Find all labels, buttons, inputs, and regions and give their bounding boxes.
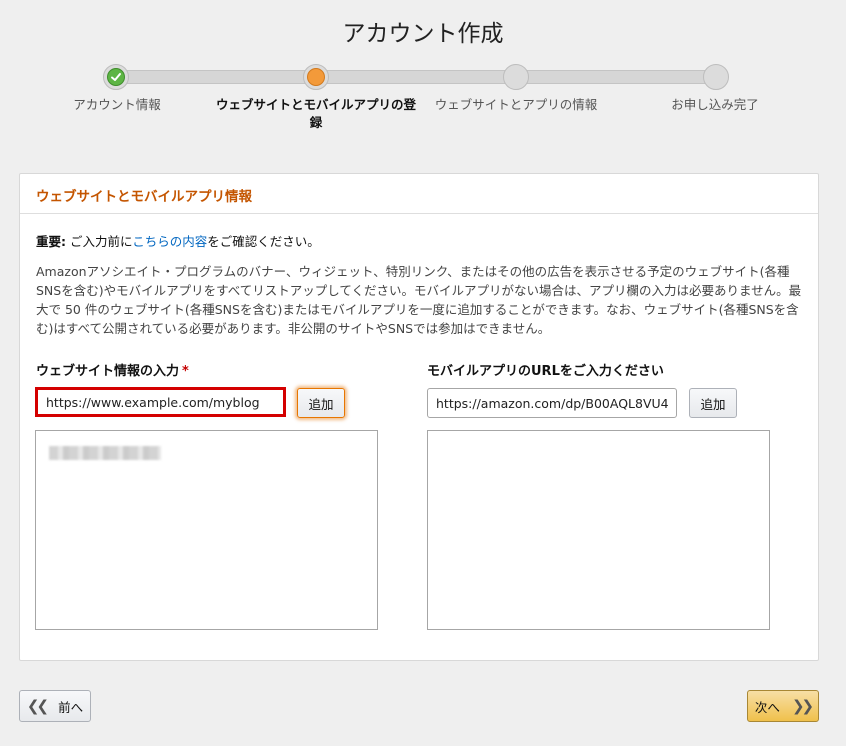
website-label-text: ウェブサイト情報の入力 — [36, 364, 180, 379]
add-website-button[interactable]: 追加 — [297, 388, 345, 418]
next-button[interactable]: 次へ ❯❯ — [747, 690, 819, 722]
stepper-track — [116, 70, 716, 84]
important-text-before: ご入力前に — [66, 234, 133, 249]
description-text: Amazonアソシエイト・プログラムのバナー、ウィジェット、特別リンク、またはそ… — [36, 264, 802, 336]
next-label: 次へ — [754, 699, 780, 715]
important-text-after: をご確認ください。 — [207, 234, 320, 249]
website-field-label: ウェブサイト情報の入力 * — [36, 360, 189, 379]
step-2-current-icon — [303, 64, 329, 90]
add-mobile-app-button[interactable]: 追加 — [689, 388, 737, 418]
important-prefix: 重要: — [36, 234, 66, 249]
blurred-website-entry — [49, 446, 161, 460]
step-3-pending-icon — [503, 64, 529, 90]
checkmark-icon — [111, 73, 121, 81]
step-1-done-icon — [103, 64, 129, 90]
prev-label: 前へ — [58, 699, 84, 715]
page-title: アカウント作成 — [342, 21, 504, 47]
double-chevron-left-icon: ❮❮ — [26, 697, 49, 715]
double-chevron-right-icon: ❯❯ — [791, 697, 814, 715]
step-2-label: ウェブサイトとモバイルアプリの登録 — [216, 97, 417, 130]
step-4-pending-icon — [703, 64, 729, 90]
step-1-label: アカウント情報 — [73, 97, 161, 112]
mobile-field-label: モバイルアプリのURLをご入力ください — [427, 364, 664, 379]
important-notice: 重要: ご入力前にこちらの内容をご確認ください。 — [36, 231, 320, 250]
prev-button[interactable]: ❮❮ 前へ — [19, 690, 91, 722]
website-list-box[interactable] — [35, 430, 378, 630]
panel-header: ウェブサイトとモバイルアプリ情報 — [20, 174, 818, 214]
website-app-panel: ウェブサイトとモバイルアプリ情報 重要: ご入力前にこちらの内容をご確認ください… — [19, 173, 819, 661]
step-4-label: お申し込み完了 — [671, 97, 759, 112]
mobile-app-list-box[interactable] — [427, 430, 770, 630]
mobile-app-url-input[interactable] — [427, 388, 677, 418]
notice-link[interactable]: こちらの内容 — [132, 234, 207, 249]
step-3-label: ウェブサイトとアプリの情報 — [434, 97, 598, 112]
required-mark: * — [182, 364, 189, 379]
website-url-input[interactable] — [35, 387, 286, 417]
